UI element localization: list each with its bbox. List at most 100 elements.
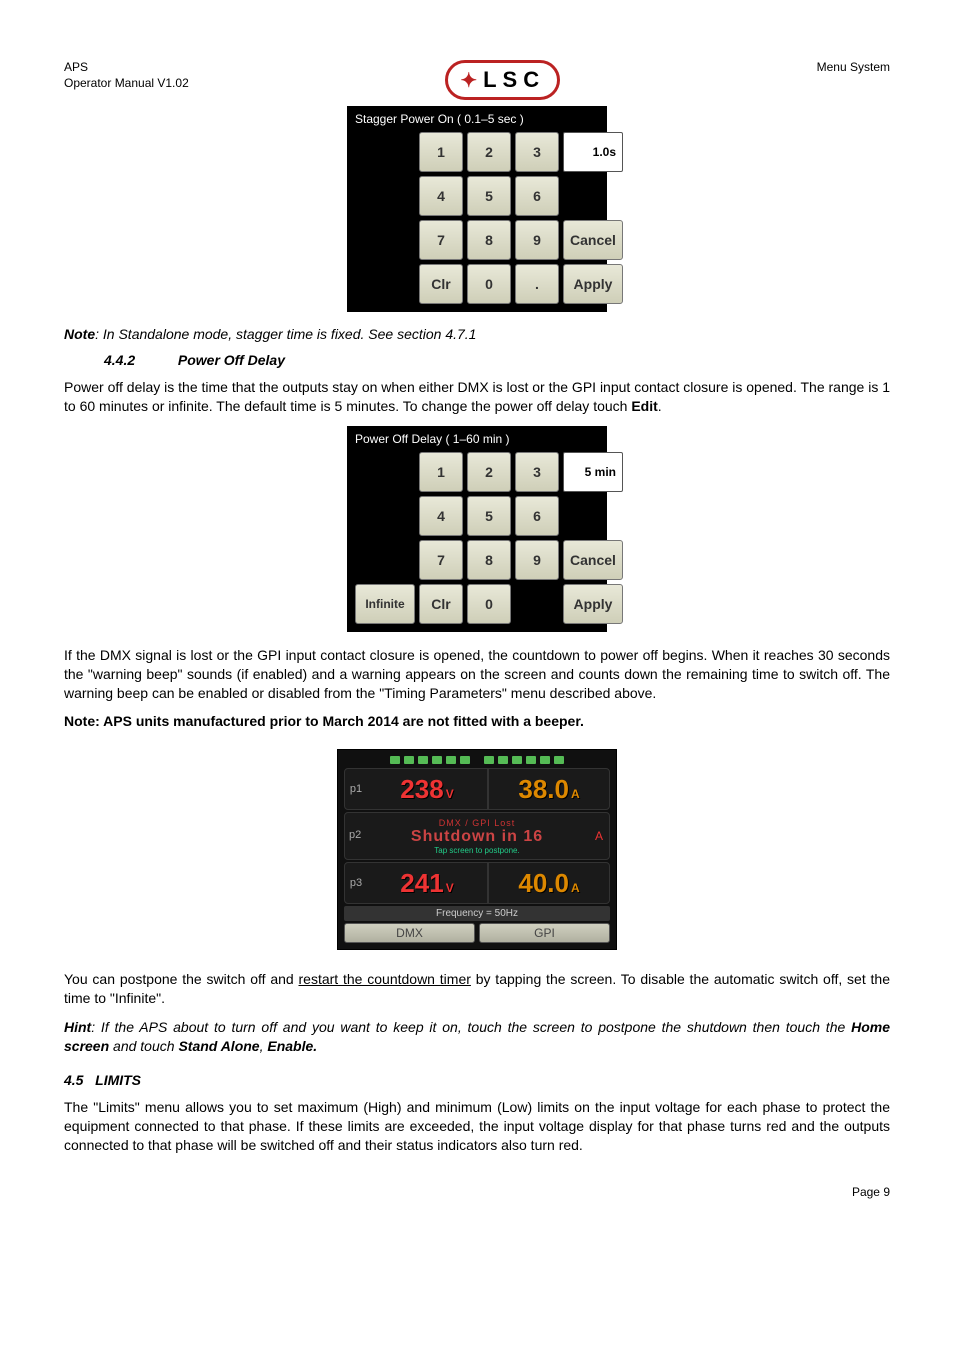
phase-2-label: p2	[349, 829, 361, 841]
note-text: : In Standalone mode, stagger time is fi…	[95, 326, 476, 342]
dmx-tab[interactable]: DMX	[344, 923, 475, 943]
kp-cancel-button[interactable]: Cancel	[563, 540, 623, 580]
logo-text: LSC	[483, 67, 545, 93]
phase-1-row: p1 238V 38.0A	[344, 768, 610, 810]
limits-para: The "Limits" menu allows you to set maxi…	[64, 1098, 890, 1155]
manual-version: Operator Manual V1.02	[64, 76, 189, 92]
kp-spacer	[563, 176, 623, 216]
power-off-delay-keypad: Power Off Delay ( 1–60 min ) 1 2 3 5 min…	[347, 426, 607, 632]
section-title: Power Off Delay	[178, 352, 285, 368]
phase-3-voltage: 241	[400, 868, 443, 899]
kp-spacer	[355, 452, 415, 492]
phase-3-current: 40.0	[518, 868, 569, 899]
kp-0-button[interactable]: 0	[467, 264, 511, 304]
phase-3-label: p3	[345, 877, 367, 889]
phase-1-label: p1	[345, 783, 367, 795]
para3a: You can postpone the switch off and	[64, 971, 299, 987]
kp-1-button[interactable]: 1	[419, 452, 463, 492]
kp-infinite-button[interactable]: Infinite	[355, 584, 415, 624]
para3-underline: restart the countdown timer	[299, 971, 471, 987]
header-section: Menu System	[817, 60, 890, 76]
kp-1-button[interactable]: 1	[419, 132, 463, 172]
section-number: 4.5	[64, 1072, 83, 1088]
section-4-4-2-heading: 4.4.2 Power Off Delay	[104, 352, 890, 368]
hint-para: Hint: If the APS about to turn off and y…	[64, 1018, 890, 1056]
kp-6-button[interactable]: 6	[515, 176, 559, 216]
standalone-note: Note: In Standalone mode, stagger time i…	[64, 326, 890, 342]
beeper-note: Note: APS units manufactured prior to Ma…	[64, 712, 890, 731]
kp-9-button[interactable]: 9	[515, 540, 559, 580]
lsc-logo: ✦ LSC	[445, 60, 560, 100]
kp-6-button[interactable]: 6	[515, 496, 559, 536]
section-number: 4.4.2	[104, 352, 174, 368]
page-header: APS Operator Manual V1.02 ✦ LSC Menu Sys…	[64, 60, 890, 100]
kp-clr-button[interactable]: Clr	[419, 264, 463, 304]
kp-spacer	[355, 220, 415, 260]
status-indicators	[344, 756, 610, 764]
kp-apply-button[interactable]: Apply	[563, 264, 623, 304]
volt-unit: V	[446, 881, 454, 895]
kp-apply-button[interactable]: Apply	[563, 584, 623, 624]
kp-display: 1.0s	[563, 132, 623, 172]
phase-3-row: p3 241V 40.0A	[344, 862, 610, 904]
section-title: LIMITS	[95, 1072, 141, 1088]
power-off-keypad-title: Power Off Delay ( 1–60 min )	[351, 430, 603, 452]
kp-5-button[interactable]: 5	[467, 176, 511, 216]
phase-1-current: 38.0	[518, 774, 569, 805]
phase-2-warning-row[interactable]: p2 DMX / GPI Lost Shutdown in 16 Tap scr…	[344, 812, 610, 860]
warning-sub: Tap screen to postpone.	[434, 846, 519, 855]
volt-unit: V	[446, 787, 454, 801]
countdown-para: If the DMX signal is lost or the GPI inp…	[64, 646, 890, 703]
gpi-tab[interactable]: GPI	[479, 923, 610, 943]
kp-2-button[interactable]: 2	[467, 132, 511, 172]
postpone-para: You can postpone the switch off and rest…	[64, 970, 890, 1008]
para-text: Power off delay is the time that the out…	[64, 379, 890, 414]
stagger-keypad-title: Stagger Power On ( 0.1–5 sec )	[351, 110, 603, 132]
kp-spacer	[355, 496, 415, 536]
kp-4-button[interactable]: 4	[419, 176, 463, 216]
kp-dot-button[interactable]: .	[515, 264, 559, 304]
amp-unit-side: A	[595, 829, 603, 843]
warning-top: DMX / GPI Lost	[439, 818, 516, 828]
hint-label: Hint	[64, 1019, 91, 1035]
header-left: APS Operator Manual V1.02	[64, 60, 189, 91]
phase-1-voltage: 238	[400, 774, 443, 805]
shutdown-countdown: Shutdown in 16	[411, 828, 543, 846]
logo-icon: ✦	[460, 68, 477, 93]
kp-8-button[interactable]: 8	[467, 220, 511, 260]
section-4-5-heading: 4.5 LIMITS	[64, 1072, 890, 1088]
kp-spacer	[355, 176, 415, 216]
kp-2-button[interactable]: 2	[467, 452, 511, 492]
note-label: Note	[64, 326, 95, 342]
power-off-delay-para: Power off delay is the time that the out…	[64, 378, 890, 416]
kp-9-button[interactable]: 9	[515, 220, 559, 260]
product-name: APS	[64, 60, 189, 76]
stagger-keypad: Stagger Power On ( 0.1–5 sec ) 1 2 3 1.0…	[347, 106, 607, 312]
kp-7-button[interactable]: 7	[419, 540, 463, 580]
kp-3-button[interactable]: 3	[515, 452, 559, 492]
kp-5-button[interactable]: 5	[467, 496, 511, 536]
kp-4-button[interactable]: 4	[419, 496, 463, 536]
amp-unit: A	[571, 881, 580, 895]
hint-enable: Enable.	[267, 1038, 317, 1054]
kp-spacer	[355, 132, 415, 172]
amp-unit: A	[571, 787, 580, 801]
kp-spacer	[355, 540, 415, 580]
kp-display: 5 min	[563, 452, 623, 492]
kp-spacer	[355, 264, 415, 304]
aps-shutdown-screen[interactable]: p1 238V 38.0A p2 DMX / GPI Lost Shutdown…	[337, 749, 617, 950]
kp-8-button[interactable]: 8	[467, 540, 511, 580]
para-dot: .	[658, 398, 662, 414]
kp-clr-button[interactable]: Clr	[419, 584, 463, 624]
page-number: Page 9	[64, 1185, 890, 1199]
kp-cancel-button[interactable]: Cancel	[563, 220, 623, 260]
kp-7-button[interactable]: 7	[419, 220, 463, 260]
kp-0-button[interactable]: 0	[467, 584, 511, 624]
kp-spacer	[563, 496, 623, 536]
edit-word: Edit	[631, 398, 657, 414]
kp-3-button[interactable]: 3	[515, 132, 559, 172]
hint-text2: and touch	[109, 1038, 178, 1054]
hint-standalone: Stand Alone	[178, 1038, 259, 1054]
kp-spacer	[515, 584, 559, 624]
frequency-bar: Frequency = 50Hz	[344, 906, 610, 921]
